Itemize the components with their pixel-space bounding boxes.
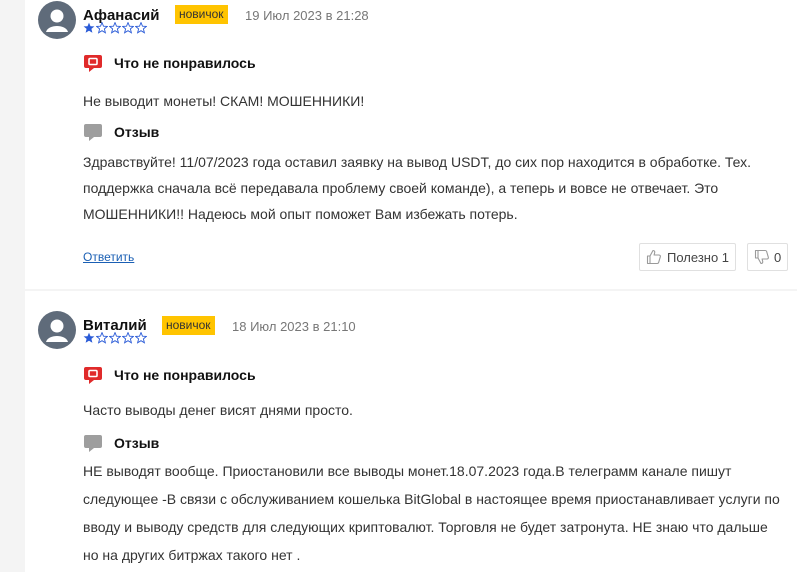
rating-stars [83, 22, 147, 34]
review-card: Виталий новичок 18 Июл 2023 в 21:10 Что … [25, 291, 797, 572]
review-date: 19 Июл 2023 в 21:28 [245, 8, 369, 23]
review-date: 18 Июл 2023 в 21:10 [232, 319, 356, 334]
review-section-title: Отзыв [114, 435, 160, 451]
user-status-badge: новичок [162, 316, 215, 335]
review-section-header: Отзыв [83, 122, 159, 142]
dislike-section-header: Что не понравилось [83, 365, 256, 385]
thumbs-up-icon [646, 249, 661, 265]
dislike-speech-bubble-icon [84, 55, 102, 72]
review-section-title: Отзыв [114, 124, 160, 140]
user-avatar-icon[interactable] [38, 311, 76, 349]
review-section-header: Отзыв [83, 433, 159, 453]
review-speech-bubble-icon [84, 124, 102, 141]
star-empty-icon [122, 332, 134, 344]
star-empty-icon [135, 332, 147, 344]
user-status-badge: новичок [175, 5, 228, 24]
dislike-speech-bubble-icon [84, 367, 102, 384]
user-avatar-icon[interactable] [38, 1, 76, 39]
rating-stars [83, 332, 147, 344]
thumbs-down-icon [754, 249, 769, 265]
star-empty-icon [96, 332, 108, 344]
star-filled-icon [83, 22, 95, 33]
useless-count: 0 [774, 249, 782, 265]
star-empty-icon [135, 22, 147, 34]
star-empty-icon [96, 22, 108, 34]
useful-label: Полезно 1 [667, 249, 730, 265]
dislike-section-title: Что не понравилось [114, 367, 256, 383]
useless-button[interactable]: 0 [747, 243, 789, 271]
star-filled-icon [83, 332, 95, 343]
review-speech-bubble-icon [84, 435, 102, 452]
review-text: Здравствуйте! 11/07/2023 года оставил за… [83, 154, 752, 222]
dislike-section-title: Что не понравилось [114, 55, 256, 71]
star-empty-icon [109, 22, 121, 34]
dislike-text: Часто выводы денег висят днями просто. [83, 402, 353, 418]
review-text: НЕ выводят вообще. Приостановили все выв… [83, 463, 780, 563]
reply-link[interactable]: Ответить [83, 250, 134, 264]
dislike-text: Не выводит монеты! СКАМ! МОШЕННИКИ! [83, 93, 365, 109]
review-card: Афанасий новичок 19 Июл 2023 в 21:28 Что… [25, 0, 797, 289]
star-empty-icon [109, 332, 121, 344]
useful-button[interactable]: Полезно 1 [639, 243, 737, 271]
star-empty-icon [122, 22, 134, 34]
dislike-section-header: Что не понравилось [83, 53, 256, 73]
